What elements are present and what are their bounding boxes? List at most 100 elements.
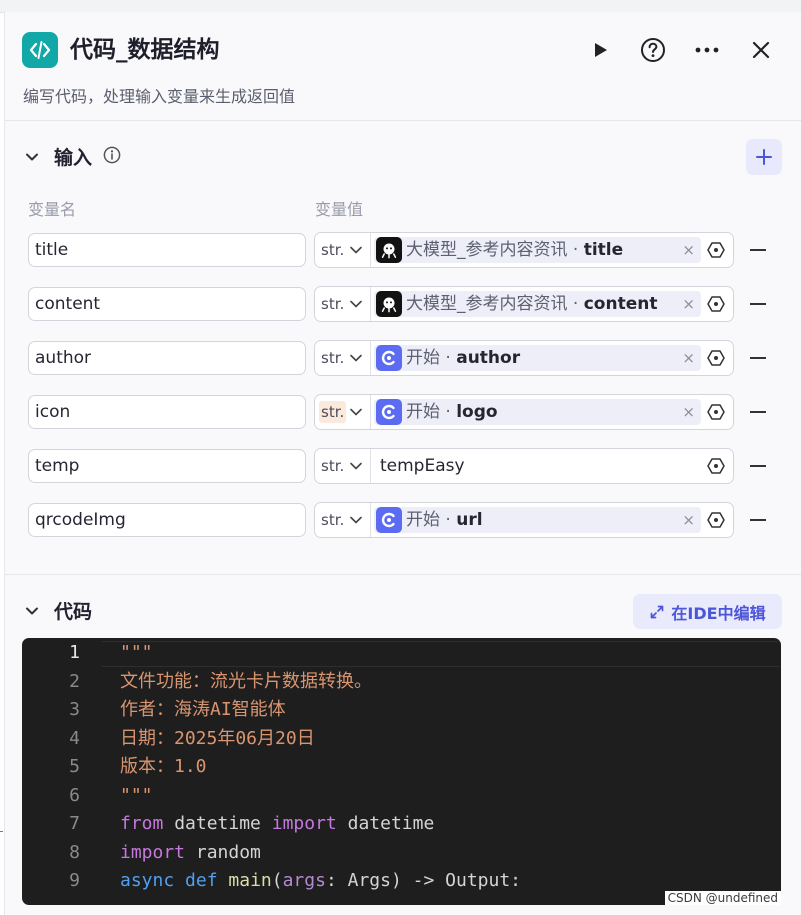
chevron-down-icon[interactable] bbox=[349, 297, 363, 311]
type-selector[interactable]: str. bbox=[319, 293, 346, 315]
code-collapse-chevron-icon[interactable] bbox=[24, 603, 40, 619]
variable-name-input[interactable]: content bbox=[28, 287, 306, 321]
variable-picker-icon[interactable] bbox=[707, 295, 725, 313]
node-description: 编写代码，处理输入变量来生成返回值 bbox=[23, 87, 296, 106]
reference-chip[interactable]: 开始 · url × bbox=[374, 507, 701, 533]
code-text: """ bbox=[120, 785, 153, 806]
code-line: """ bbox=[120, 641, 153, 665]
variable-name-input[interactable]: temp bbox=[28, 449, 306, 483]
remove-row-button[interactable] bbox=[750, 519, 766, 521]
reference-chip[interactable]: 开始 · author × bbox=[374, 345, 701, 371]
remove-reference-button[interactable]: × bbox=[682, 402, 695, 422]
remove-reference-button[interactable]: × bbox=[682, 510, 695, 530]
variable-name-input[interactable]: icon bbox=[28, 395, 306, 429]
reference-field: content bbox=[583, 294, 658, 314]
column-header-value: 变量值 bbox=[315, 200, 364, 219]
reference-field: url bbox=[456, 510, 483, 530]
remove-row-button[interactable] bbox=[750, 303, 766, 305]
edit-in-ide-button[interactable]: 在IDE中编辑 bbox=[633, 594, 782, 629]
type-selector[interactable]: str. bbox=[319, 347, 346, 369]
close-button[interactable] bbox=[745, 34, 777, 66]
column-header-name: 变量名 bbox=[28, 200, 77, 219]
variable-picker-icon[interactable] bbox=[707, 241, 725, 259]
variable-name-input[interactable]: title bbox=[28, 233, 306, 267]
code-line: import random bbox=[120, 841, 261, 865]
watermark: CSDN @undefined bbox=[664, 891, 781, 905]
variable-picker-icon[interactable] bbox=[707, 349, 725, 367]
constant-value-input[interactable]: tempEasy bbox=[380, 455, 465, 477]
type-separator bbox=[370, 341, 371, 375]
line-number: 9 bbox=[69, 870, 80, 891]
plus-icon bbox=[756, 149, 772, 165]
variable-value-field[interactable]: str. 大模型_参考内容资讯 · content × bbox=[314, 286, 734, 322]
start-icon bbox=[376, 345, 402, 371]
chevron-down-icon[interactable] bbox=[349, 405, 363, 419]
chevron-down-icon[interactable] bbox=[349, 459, 363, 473]
variable-value-field[interactable]: str. 开始 · author × bbox=[314, 340, 734, 376]
type-selector[interactable]: str. bbox=[319, 239, 346, 261]
info-icon[interactable] bbox=[103, 146, 121, 164]
chevron-down-icon[interactable] bbox=[349, 243, 363, 257]
variable-value-field[interactable]: str. 开始 · logo × bbox=[314, 394, 734, 430]
type-separator bbox=[370, 449, 371, 483]
play-icon bbox=[595, 43, 607, 57]
code-line: async def main(args: Args) -> Output: bbox=[120, 869, 521, 893]
add-input-button[interactable] bbox=[746, 139, 782, 175]
line-number: 1 bbox=[69, 642, 80, 663]
line-number: 2 bbox=[69, 671, 80, 692]
remove-reference-button[interactable]: × bbox=[682, 348, 695, 368]
expand-icon bbox=[651, 605, 664, 618]
remove-row-button[interactable] bbox=[750, 249, 766, 251]
type-separator bbox=[370, 233, 371, 267]
input-collapse-chevron-icon[interactable] bbox=[24, 149, 40, 165]
remove-reference-button[interactable]: × bbox=[682, 294, 695, 314]
code-editor[interactable]: 1 2 3 4 5 6 7 8 9 """ 文件功能：流光卡片数据转换。 作者：… bbox=[22, 638, 781, 905]
reference-source: 开始 bbox=[406, 402, 440, 422]
code-text: 日期：2025年06月20日 bbox=[120, 728, 315, 749]
type-selector[interactable]: str. bbox=[319, 401, 347, 423]
variable-picker-icon[interactable] bbox=[707, 457, 725, 475]
variable-picker-icon[interactable] bbox=[707, 403, 725, 421]
line-number: 4 bbox=[69, 728, 80, 749]
variable-value-field[interactable]: str. 开始 · url × bbox=[314, 502, 734, 538]
remove-row-button[interactable] bbox=[750, 357, 766, 359]
help-icon bbox=[641, 38, 665, 62]
chevron-down-icon[interactable] bbox=[349, 351, 363, 365]
reference-chip[interactable]: 大模型_参考内容资讯 · title × bbox=[374, 237, 701, 263]
code-section-title: 代码 bbox=[54, 601, 93, 623]
code-text: 作者：海涛AI智能体 bbox=[120, 699, 286, 720]
type-selector[interactable]: str. bbox=[319, 509, 346, 531]
line-number: 7 bbox=[69, 813, 80, 834]
line-number: 3 bbox=[69, 699, 80, 720]
code-line: from datetime import datetime bbox=[120, 812, 434, 836]
type-separator bbox=[370, 503, 371, 537]
run-button[interactable] bbox=[584, 34, 616, 66]
chevron-down-icon[interactable] bbox=[349, 513, 363, 527]
robot-icon bbox=[376, 291, 402, 317]
remove-reference-button[interactable]: × bbox=[682, 240, 695, 260]
type-separator bbox=[370, 395, 371, 429]
reference-chip[interactable]: 开始 · logo × bbox=[374, 399, 701, 425]
code-text: 版本：1.0 bbox=[120, 756, 207, 777]
remove-row-button[interactable] bbox=[750, 411, 766, 413]
canvas-edge bbox=[0, 831, 3, 832]
type-selector[interactable]: str. bbox=[319, 455, 346, 477]
reference-chip[interactable]: 大模型_参考内容资讯 · content × bbox=[374, 291, 701, 317]
help-button[interactable] bbox=[637, 34, 669, 66]
line-number: 8 bbox=[69, 842, 80, 863]
line-number-gutter: 1 2 3 4 5 6 7 8 9 bbox=[22, 638, 102, 905]
more-dots-icon bbox=[695, 47, 719, 53]
remove-row-button[interactable] bbox=[750, 465, 766, 467]
variable-name-input[interactable]: qrcodeImg bbox=[28, 503, 306, 537]
line-number: 5 bbox=[69, 756, 80, 777]
start-icon bbox=[376, 507, 402, 533]
line-number: 6 bbox=[69, 785, 80, 806]
reference-source: 开始 bbox=[406, 348, 440, 368]
more-button[interactable] bbox=[691, 34, 723, 66]
variable-value-field[interactable]: str. 大模型_参考内容资讯 · title × bbox=[314, 232, 734, 268]
variable-picker-icon[interactable] bbox=[707, 511, 725, 529]
code-text: async def main(args: Args) -> Output: bbox=[120, 870, 522, 891]
variable-name-input[interactable]: author bbox=[28, 341, 306, 375]
code-line: 作者：海涛AI智能体 bbox=[120, 698, 286, 722]
variable-value-field[interactable]: str. tempEasy bbox=[314, 448, 734, 484]
